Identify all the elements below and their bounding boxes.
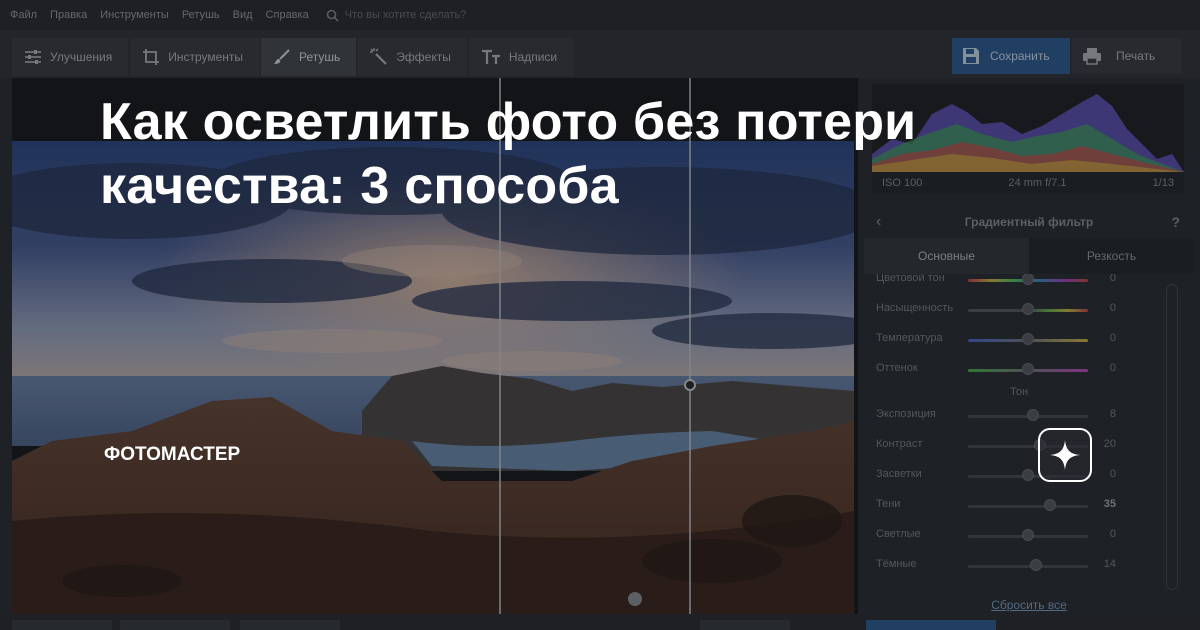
headline: Как осветлить фото без потери качества: … [100,90,1140,218]
brand-name: ФОТОМАСТЕР [104,444,241,465]
headline-line-2: качества: 3 способа [100,157,619,215]
sparkle-logo-icon [1038,428,1092,482]
headline-line-1: Как осветлить фото без потери [100,93,917,151]
